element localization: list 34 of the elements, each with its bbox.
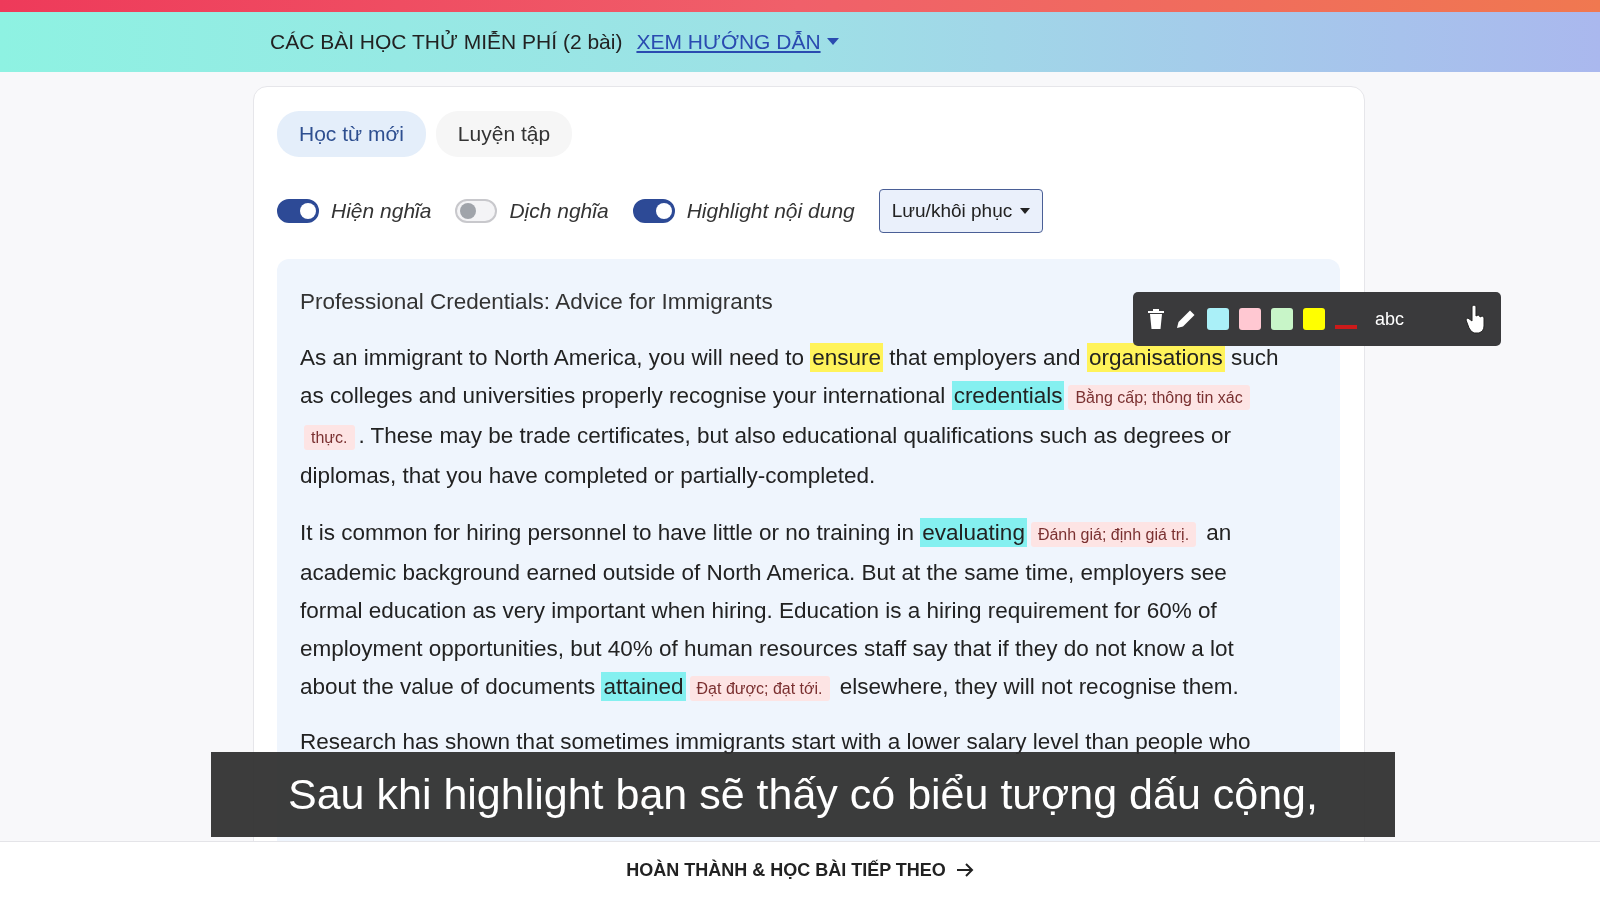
toggle-label: Highlight nội dung	[686, 199, 855, 223]
hand-cursor-icon	[1465, 304, 1487, 334]
video-caption: Sau khi highlight bạn sẽ thấy có biểu tượng dấu cộng,	[288, 770, 1318, 819]
arrow-icon	[955, 862, 974, 878]
article-line: Research has shown that sometimes immigrants start with a lower salary level than people who	[300, 728, 1252, 756]
tab[interactable]: Luyện tập	[435, 111, 573, 157]
meaning-tag: Đánh giá; định giá trị.	[1030, 522, 1197, 547]
pencil-icon[interactable]	[1175, 308, 1197, 330]
guide-link[interactable]: XEM HƯỚNG DẪN	[636, 30, 839, 54]
highlighted-word[interactable]: credentials	[951, 381, 1065, 410]
color-swatch[interactable]	[1207, 308, 1229, 330]
banner-title: CÁC BÀI HỌC THỬ MIỄN PHÍ (2 bài)	[270, 30, 623, 54]
toggle-label: Hiện nghĩa	[331, 199, 432, 223]
highlighted-word[interactable]: ensure	[810, 343, 883, 372]
finish-next-button[interactable]: HOÀN THÀNH & HỌC BÀI TIẾP THEO	[620, 858, 980, 882]
toggle-switch[interactable]	[632, 199, 675, 223]
toggle-label: Dịch nghĩa	[509, 199, 609, 223]
toggle-switch[interactable]	[277, 199, 319, 223]
save-restore-dropdown[interactable]: Lưu/khôi phục	[878, 189, 1044, 233]
meaning-tag: Đạt được; đạt tới.	[689, 676, 830, 701]
article-paragraph: As an immigrant to North America, you will need to ensure that employers and organisations such as colleges and universities properly recognise your international credentials Bằng cấp; thông tin xác thực. . These may be trade certificates, but also educational qualifications such as degrees or diplomas, that you have completed or partially-completed.	[300, 342, 1280, 490]
text-style-button[interactable]: abc	[1375, 308, 1405, 330]
highlighted-word[interactable]: attained	[601, 672, 686, 701]
color-swatch[interactable]	[1271, 308, 1293, 330]
article-title: Professional Credentials: Advice for Immigrants	[300, 289, 773, 315]
color-swatch[interactable]	[1239, 308, 1261, 330]
caret-icon	[826, 38, 839, 46]
highlighted-word[interactable]: evaluating	[920, 518, 1027, 547]
tab[interactable]: Học từ mới	[277, 111, 426, 157]
article-paragraph: It is common for hiring personnel to have little or no training in evaluating Đánh giá; định giá trị. an academic background earned outside of North America. But at the same time, employers see formal education as very important when hiring. Education is a hiring requirement for 60% of employment opportunities, but 40% of human resources staff say that if they do not know a lot about the value of documents attained Đạt được; đạt tới. elsewhere, they will not recognise them.	[300, 517, 1240, 703]
delete-icon[interactable]	[1147, 308, 1165, 330]
color-swatch[interactable]	[1303, 308, 1325, 330]
highlighted-word[interactable]: organisations	[1086, 343, 1225, 372]
caret-icon	[1020, 208, 1031, 214]
